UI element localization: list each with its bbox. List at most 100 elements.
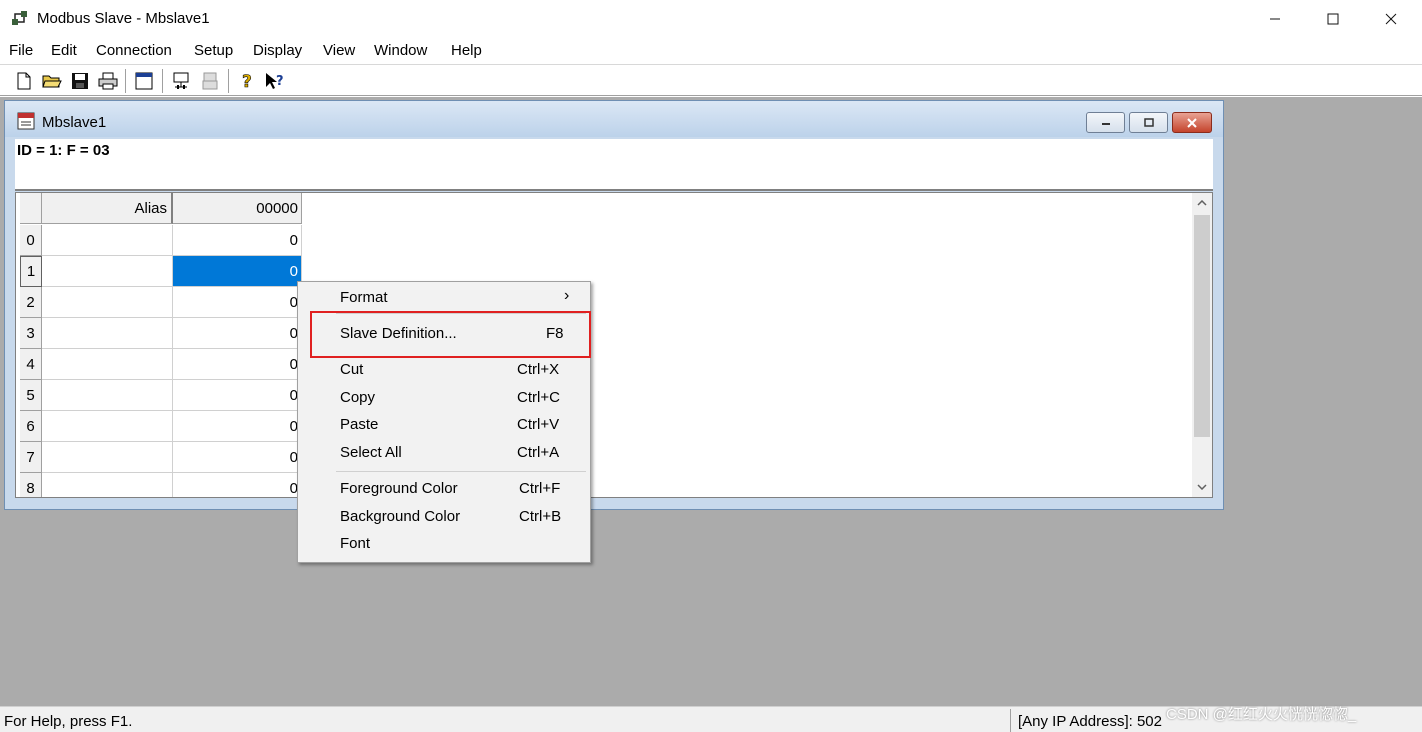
- child-restore-button[interactable]: [1129, 112, 1168, 133]
- scroll-down-arrow[interactable]: [1192, 477, 1212, 497]
- register-grid: Alias 00000 001020304050607080: [15, 192, 1213, 498]
- register-value-cell[interactable]: 0: [173, 318, 302, 349]
- row-header[interactable]: 6: [20, 411, 42, 442]
- menu-item-select-all-label: Select All: [340, 444, 402, 461]
- context-help-button[interactable]: ?: [264, 70, 286, 92]
- save-button[interactable]: [69, 70, 91, 92]
- register-value-cell[interactable]: 0: [173, 380, 302, 411]
- child-minimize-button[interactable]: [1086, 112, 1125, 133]
- child-window-mbslave1: Mbslave1 ID = 1: F = 03 Alias 00000 0010…: [4, 100, 1224, 510]
- restore-icon: [1143, 117, 1154, 127]
- register-value-cell[interactable]: 0: [173, 473, 302, 497]
- row-header[interactable]: 8: [20, 473, 42, 497]
- chevron-up-icon: [1197, 200, 1207, 206]
- svg-text:?: ?: [242, 72, 252, 91]
- menu-item-copy-label: Copy: [340, 389, 376, 406]
- menu-item-cut-shortcut: Ctrl+X: [517, 361, 560, 378]
- alias-cell[interactable]: [42, 287, 173, 318]
- register-value-cell[interactable]: 0: [173, 411, 302, 442]
- menu-item-background-color[interactable]: Background Color Ctrl+B: [298, 504, 590, 530]
- menu-item-paste[interactable]: Paste Ctrl+V: [298, 412, 590, 438]
- menu-connection[interactable]: Connection: [96, 42, 172, 59]
- row-header[interactable]: 0: [20, 225, 42, 256]
- annotation-highlight-box: [310, 311, 591, 358]
- alias-cell[interactable]: [42, 225, 173, 256]
- maximize-button[interactable]: [1304, 0, 1362, 38]
- connect-button[interactable]: [170, 70, 192, 92]
- disconnect-icon: [202, 72, 218, 90]
- alias-cell[interactable]: [42, 473, 173, 497]
- alias-cell[interactable]: [42, 318, 173, 349]
- alias-cell[interactable]: [42, 380, 173, 411]
- slave-id-panel: ID = 1: F = 03: [15, 139, 1213, 191]
- disconnect-button[interactable]: [199, 70, 221, 92]
- menu-item-background-label: Background Color: [340, 508, 461, 525]
- menu-item-paste-shortcut: Ctrl+V: [517, 416, 560, 433]
- save-disk-icon: [72, 73, 88, 89]
- column-header-alias[interactable]: Alias: [42, 193, 173, 224]
- child-title-bar[interactable]: Mbslave1: [5, 101, 1223, 137]
- menu-item-format[interactable]: Format ›: [298, 285, 590, 311]
- menu-item-copy[interactable]: Copy Ctrl+C: [298, 385, 590, 411]
- open-button[interactable]: [41, 70, 63, 92]
- menu-item-font[interactable]: Font: [298, 531, 590, 557]
- menu-edit[interactable]: Edit: [51, 42, 77, 59]
- row-header[interactable]: 4: [20, 349, 42, 380]
- register-value-cell[interactable]: 0: [173, 256, 302, 287]
- close-button[interactable]: [1362, 0, 1420, 38]
- register-value-cell[interactable]: 0: [173, 225, 302, 256]
- window-view-button[interactable]: [133, 70, 155, 92]
- menu-view[interactable]: View: [323, 42, 355, 59]
- chevron-down-icon: [1197, 484, 1207, 490]
- open-folder-icon: [42, 75, 62, 88]
- row-header[interactable]: 5: [20, 380, 42, 411]
- menu-file[interactable]: File: [9, 42, 33, 59]
- close-icon: [1187, 117, 1197, 128]
- menu-help[interactable]: Help: [451, 42, 482, 59]
- toolbar: ? ?: [0, 64, 1422, 96]
- minimize-button[interactable]: [1246, 0, 1304, 38]
- child-window-title: Mbslave1: [42, 114, 107, 131]
- vertical-scrollbar[interactable]: [1192, 193, 1212, 497]
- new-button[interactable]: [13, 70, 35, 92]
- help-question-icon: ?: [242, 72, 252, 91]
- menu-setup[interactable]: Setup: [194, 42, 233, 59]
- menu-item-select-all[interactable]: Select All Ctrl+A: [298, 440, 590, 466]
- alias-cell[interactable]: [42, 256, 173, 287]
- help-button[interactable]: ?: [236, 70, 258, 92]
- alias-cell[interactable]: [42, 411, 173, 442]
- grid-corner-header: [20, 193, 42, 224]
- menu-item-foreground-color[interactable]: Foreground Color Ctrl+F: [298, 476, 590, 502]
- register-value-cell[interactable]: 0: [173, 442, 302, 473]
- maximize-icon: [1327, 13, 1339, 25]
- row-header[interactable]: 3: [20, 318, 42, 349]
- register-value-cell[interactable]: 0: [173, 349, 302, 380]
- menu-item-font-label: Font: [340, 535, 371, 552]
- row-header[interactable]: 2: [20, 287, 42, 318]
- status-help-text: For Help, press F1.: [4, 713, 133, 730]
- scroll-up-arrow[interactable]: [1192, 193, 1212, 213]
- menu-display[interactable]: Display: [253, 42, 302, 59]
- context-help-icon: ?: [266, 73, 284, 89]
- row-header[interactable]: 7: [20, 442, 42, 473]
- menu-item-select-all-shortcut: Ctrl+A: [517, 444, 560, 461]
- menu-separator: [336, 471, 586, 472]
- row-header[interactable]: 1: [20, 256, 42, 287]
- alias-cell[interactable]: [42, 349, 173, 380]
- menu-item-copy-shortcut: Ctrl+C: [517, 389, 560, 406]
- child-close-button[interactable]: [1172, 112, 1212, 133]
- watermark-text: CSDN @红红火火恍恍惚惚_: [1166, 706, 1357, 723]
- status-ip-address: [Any IP Address]: 502: [1018, 713, 1162, 730]
- column-header-address[interactable]: 00000: [173, 193, 302, 224]
- alias-cell[interactable]: [42, 442, 173, 473]
- toolbar-separator: [162, 69, 164, 93]
- scroll-thumb[interactable]: [1194, 215, 1210, 437]
- menu-item-cut[interactable]: Cut Ctrl+X: [298, 357, 590, 383]
- menu-item-paste-label: Paste: [340, 416, 379, 433]
- submenu-arrow-icon: ›: [564, 287, 570, 304]
- menu-item-foreground-shortcut: Ctrl+F: [519, 480, 561, 497]
- print-button[interactable]: [97, 70, 119, 92]
- menu-window[interactable]: Window: [374, 42, 427, 59]
- register-value-cell[interactable]: 0: [173, 287, 302, 318]
- toolbar-separator: [228, 69, 230, 93]
